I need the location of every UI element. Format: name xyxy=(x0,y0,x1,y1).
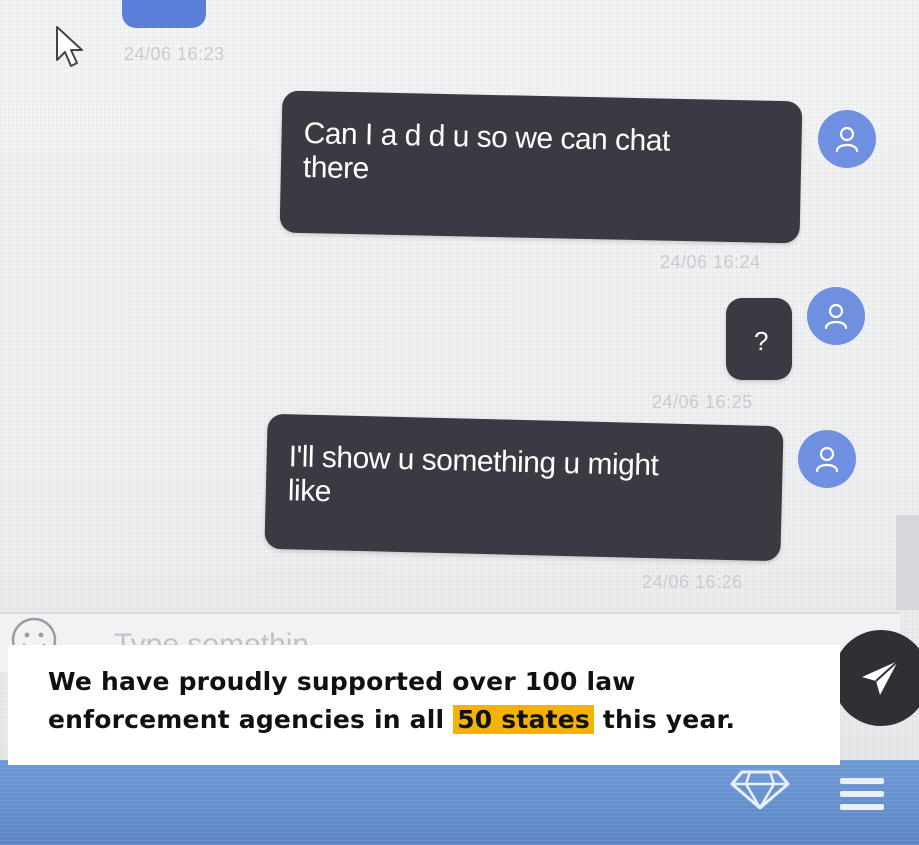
caption-text: enforcement agencies in all xyxy=(48,705,454,734)
send-button[interactable] xyxy=(833,630,919,726)
user-icon xyxy=(835,126,859,153)
message-timestamp: 24/06 16:23 xyxy=(124,44,225,64)
previous-message-bubble xyxy=(122,0,206,28)
avatar xyxy=(798,430,856,488)
message-timestamp: 24/06 16:24 xyxy=(660,252,761,272)
user-icon xyxy=(824,303,848,330)
caption-overlay: We have proudly supported over 100 law e… xyxy=(8,645,840,765)
message-timestamp: 24/06 16:25 xyxy=(652,392,753,412)
message-bubble: ? xyxy=(726,298,792,380)
chat-screen: 24/06 16:23 Can I a d d u so we can chat… xyxy=(0,0,919,845)
message-list[interactable]: 24/06 16:23 Can I a d d u so we can chat… xyxy=(0,0,919,612)
menu-icon[interactable] xyxy=(838,774,888,814)
message-bubble: Can I a d d u so we can chat there xyxy=(279,90,803,244)
caption-text: this year. xyxy=(594,705,736,734)
caption-line: enforcement agencies in all 50 states th… xyxy=(48,701,840,739)
caption-line: We have proudly supported over 100 law xyxy=(48,667,636,696)
avatar xyxy=(807,287,865,345)
scrollbar[interactable] xyxy=(896,515,919,610)
user-icon xyxy=(815,446,839,473)
cursor-icon xyxy=(56,26,83,67)
bottom-toolbar xyxy=(0,760,919,845)
caption-highlight: 50 states xyxy=(453,705,594,734)
send-icon xyxy=(862,660,899,695)
diamond-icon[interactable] xyxy=(728,768,792,812)
message-timestamp: 24/06 16:26 xyxy=(642,572,743,592)
avatar xyxy=(818,110,876,168)
message-text: ? xyxy=(754,326,768,356)
message-bubble: I'll show u something u might like xyxy=(264,413,784,562)
